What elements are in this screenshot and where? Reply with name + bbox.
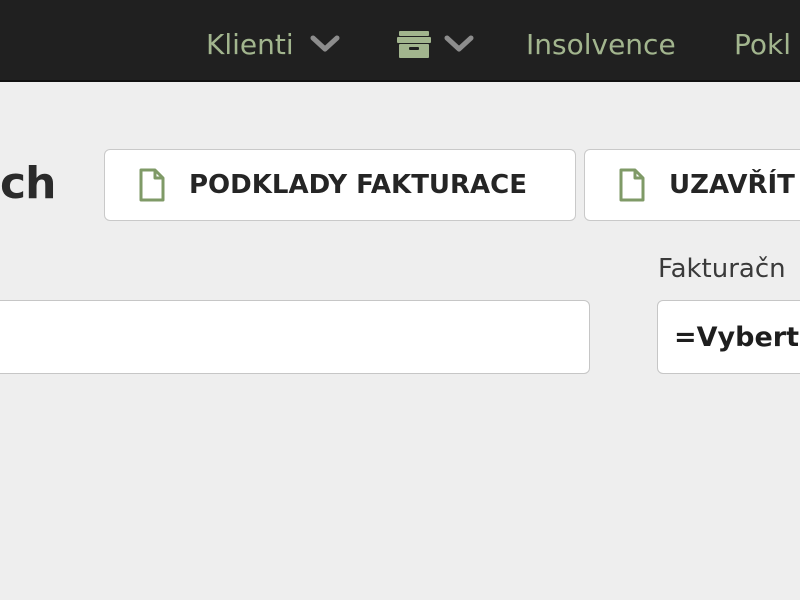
chevron-down-icon <box>444 35 474 52</box>
uzavrit-label: UZAVŘÍT <box>669 170 795 200</box>
nav-pokl-label: Pokl <box>734 27 792 61</box>
nav-pokl-link[interactable]: Pokl <box>734 24 791 64</box>
fakturacni-select[interactable]: =Vyberte <box>657 300 800 374</box>
document-icon <box>139 168 165 202</box>
nav-klienti-menu[interactable]: Klienti <box>206 24 340 64</box>
uzavrit-button[interactable]: UZAVŘÍT <box>584 149 800 221</box>
nav-insolvence-label: Insolvence <box>526 27 676 61</box>
document-icon <box>619 168 645 202</box>
archive-box-icon <box>397 31 431 58</box>
chevron-down-icon <box>310 35 340 52</box>
podklady-fakturace-label: PODKLADY FAKTURACE <box>189 170 528 200</box>
text-input-field[interactable] <box>0 300 590 374</box>
top-navbar: Klienti Insolvence Pokl <box>0 0 800 82</box>
fakturacni-select-value: =Vyberte <box>674 321 800 353</box>
nav-insolvence-link[interactable]: Insolvence <box>526 24 676 64</box>
fakturacni-field-label: Fakturačn <box>658 254 786 284</box>
podklady-fakturace-button[interactable]: PODKLADY FAKTURACE <box>104 149 576 221</box>
page-title: ch <box>0 158 56 209</box>
nav-klienti-label: Klienti <box>206 27 294 61</box>
nav-archive-menu[interactable] <box>396 24 474 64</box>
app-root: Klienti Insolvence Pokl ch PODKLADY FAKT… <box>0 0 800 600</box>
